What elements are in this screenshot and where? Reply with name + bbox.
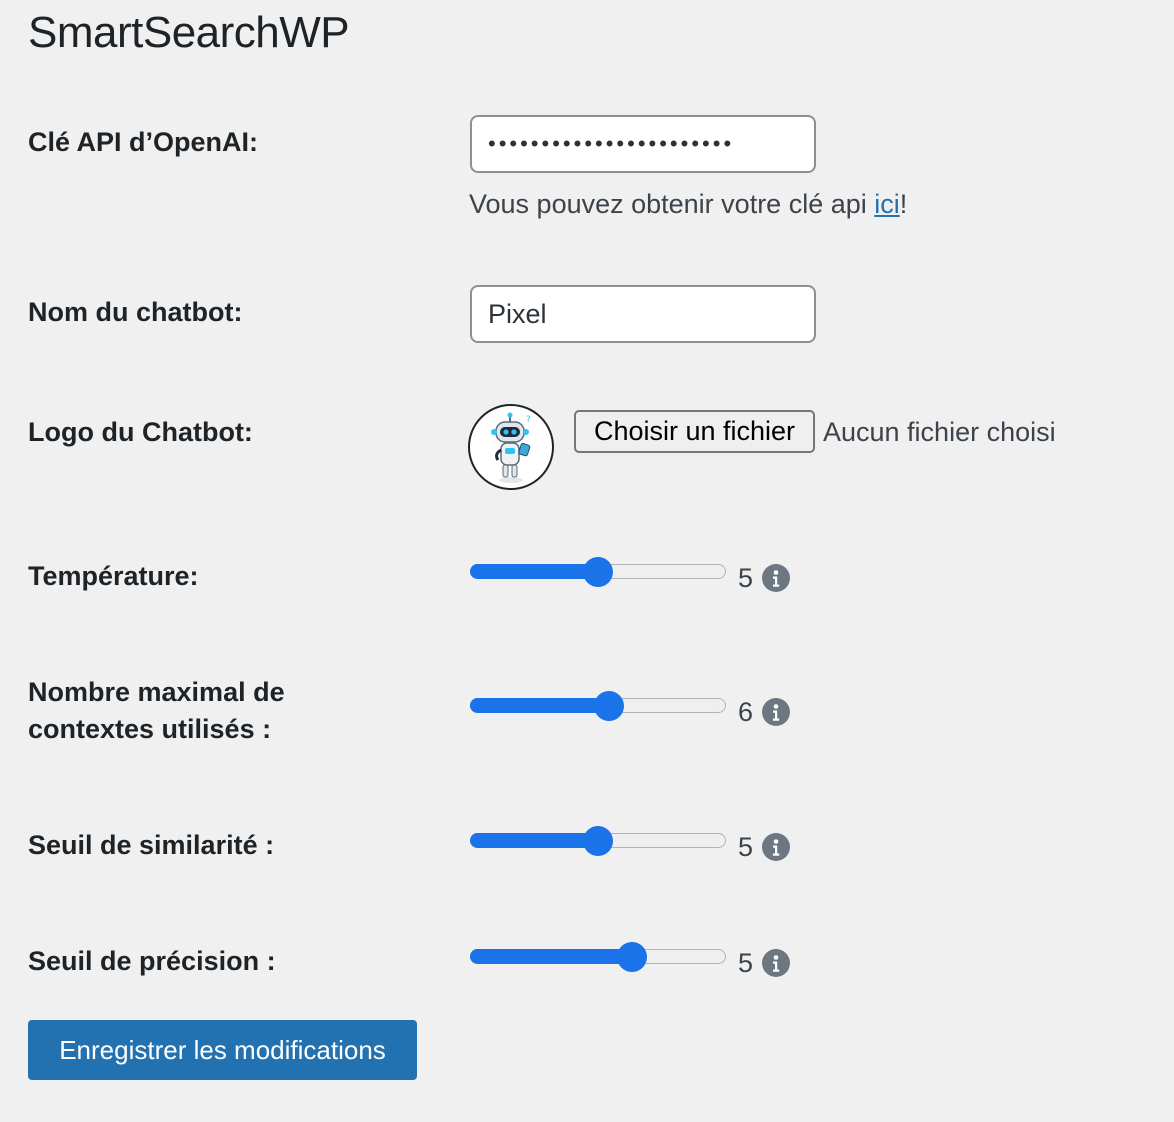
slider-thumb[interactable] <box>583 557 613 587</box>
temperature-value: 5 <box>738 563 754 593</box>
similarity-value: 5 <box>738 832 754 862</box>
max-contexts-label: Nombre maximal de contextes utilisés : <box>28 677 285 744</box>
slider-thumb[interactable] <box>583 826 613 856</box>
choose-file-button[interactable]: Choisir un fichier <box>574 410 815 453</box>
save-button[interactable]: Enregistrer les modifications <box>28 1020 417 1080</box>
api-key-help: Vous pouvez obtenir votre clé api ici! <box>469 186 907 222</box>
file-status-text: Aucun fichier choisi <box>823 417 1056 447</box>
max-contexts-slider[interactable] <box>470 691 726 721</box>
max-contexts-value: 6 <box>738 697 754 727</box>
slider-fill <box>470 564 598 579</box>
info-icon[interactable] <box>762 698 790 726</box>
slider-fill <box>470 833 598 848</box>
similarity-slider[interactable] <box>470 826 726 856</box>
page-title: SmartSearchWP <box>28 8 350 57</box>
api-key-link[interactable]: ici <box>874 189 900 219</box>
api-key-label: Clé API d’OpenAI: <box>28 127 259 157</box>
robot-avatar-icon: ? <box>468 404 554 490</box>
temperature-slider[interactable] <box>470 557 726 587</box>
slider-thumb[interactable] <box>617 942 647 972</box>
info-icon[interactable] <box>762 833 790 861</box>
slider-fill <box>470 949 632 964</box>
slider-fill <box>470 698 609 713</box>
info-icon[interactable] <box>762 949 790 977</box>
api-key-input[interactable] <box>470 115 816 173</box>
chatbot-name-label: Nom du chatbot: <box>28 297 243 327</box>
chatbot-logo-label: Logo du Chatbot: <box>28 417 253 447</box>
api-key-help-text: Vous pouvez obtenir votre clé api <box>469 189 875 219</box>
precision-value: 5 <box>738 948 754 978</box>
chatbot-name-input[interactable] <box>470 285 816 343</box>
similarity-label: Seuil de similarité : <box>28 830 275 860</box>
slider-thumb[interactable] <box>594 691 624 721</box>
info-icon[interactable] <box>762 564 790 592</box>
api-key-help-suffix: ! <box>899 189 908 219</box>
temperature-label: Température: <box>28 561 199 591</box>
svg-text:?: ? <box>526 415 531 425</box>
precision-slider[interactable] <box>470 942 726 972</box>
precision-label: Seuil de précision : <box>28 946 276 976</box>
